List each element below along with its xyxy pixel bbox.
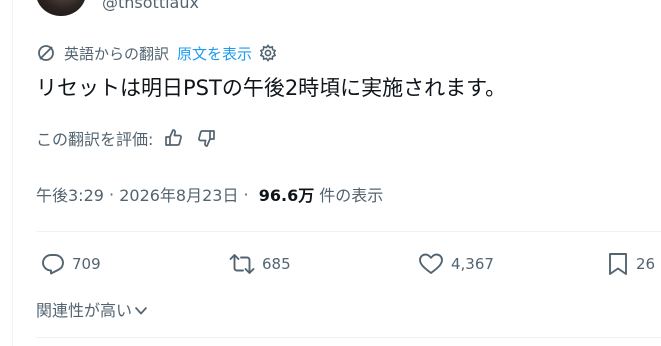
tweet-time[interactable]: 午後3:29 bbox=[36, 182, 104, 206]
repost-icon bbox=[229, 254, 255, 274]
relevance-sort[interactable]: 関連性が高い bbox=[36, 296, 148, 322]
meta-separator: · bbox=[103, 184, 120, 204]
translation-bar: 英語からの翻訳 原文を表示 bbox=[36, 42, 278, 64]
tweet-date[interactable]: 2026年8月23日 bbox=[119, 182, 238, 206]
meta-separator: · bbox=[238, 184, 254, 204]
reply-button[interactable]: 709 bbox=[40, 249, 101, 279]
rate-translation: この翻訳を評価: bbox=[36, 125, 217, 151]
divider bbox=[36, 231, 661, 232]
bookmark-button[interactable]: 26 bbox=[606, 249, 655, 279]
thumbs-down-icon[interactable] bbox=[195, 127, 217, 149]
action-bar: 709 685 4,367 26 bbox=[36, 249, 661, 279]
reply-icon bbox=[42, 254, 64, 275]
translation-label: 英語からの翻訳 bbox=[64, 44, 170, 63]
gear-icon[interactable] bbox=[258, 43, 278, 63]
views-label[interactable]: 件の表示 bbox=[319, 182, 383, 206]
tweet-meta: 午後3:29 · 2026年8月23日 · 96.6万 件の表示 bbox=[36, 181, 383, 207]
timeline-border bbox=[12, 0, 13, 346]
divider bbox=[36, 337, 661, 338]
rate-label: この翻訳を評価: bbox=[36, 130, 154, 149]
avatar[interactable] bbox=[36, 0, 86, 16]
like-button[interactable]: 4,367 bbox=[417, 249, 494, 279]
chevron-down-icon bbox=[135, 307, 147, 315]
translate-icon bbox=[36, 43, 56, 63]
views-count[interactable]: 96.6万 bbox=[259, 182, 314, 206]
relevance-label: 関連性が高い bbox=[36, 301, 133, 320]
reply-count: 709 bbox=[72, 255, 101, 273]
bookmark-icon bbox=[609, 253, 627, 275]
repost-count: 685 bbox=[262, 255, 291, 273]
thumbs-up-icon[interactable] bbox=[163, 127, 185, 149]
repost-button[interactable]: 685 bbox=[228, 249, 291, 279]
tweet-text: リセットは明日PSTの午後2時頃に実施されます。 bbox=[36, 76, 507, 100]
like-count: 4,367 bbox=[451, 255, 494, 273]
show-original-link[interactable]: 原文を表示 bbox=[177, 43, 252, 64]
bookmark-count: 26 bbox=[636, 255, 656, 273]
author-handle[interactable]: @thsottiaux bbox=[102, 0, 199, 12]
heart-icon bbox=[419, 253, 443, 274]
